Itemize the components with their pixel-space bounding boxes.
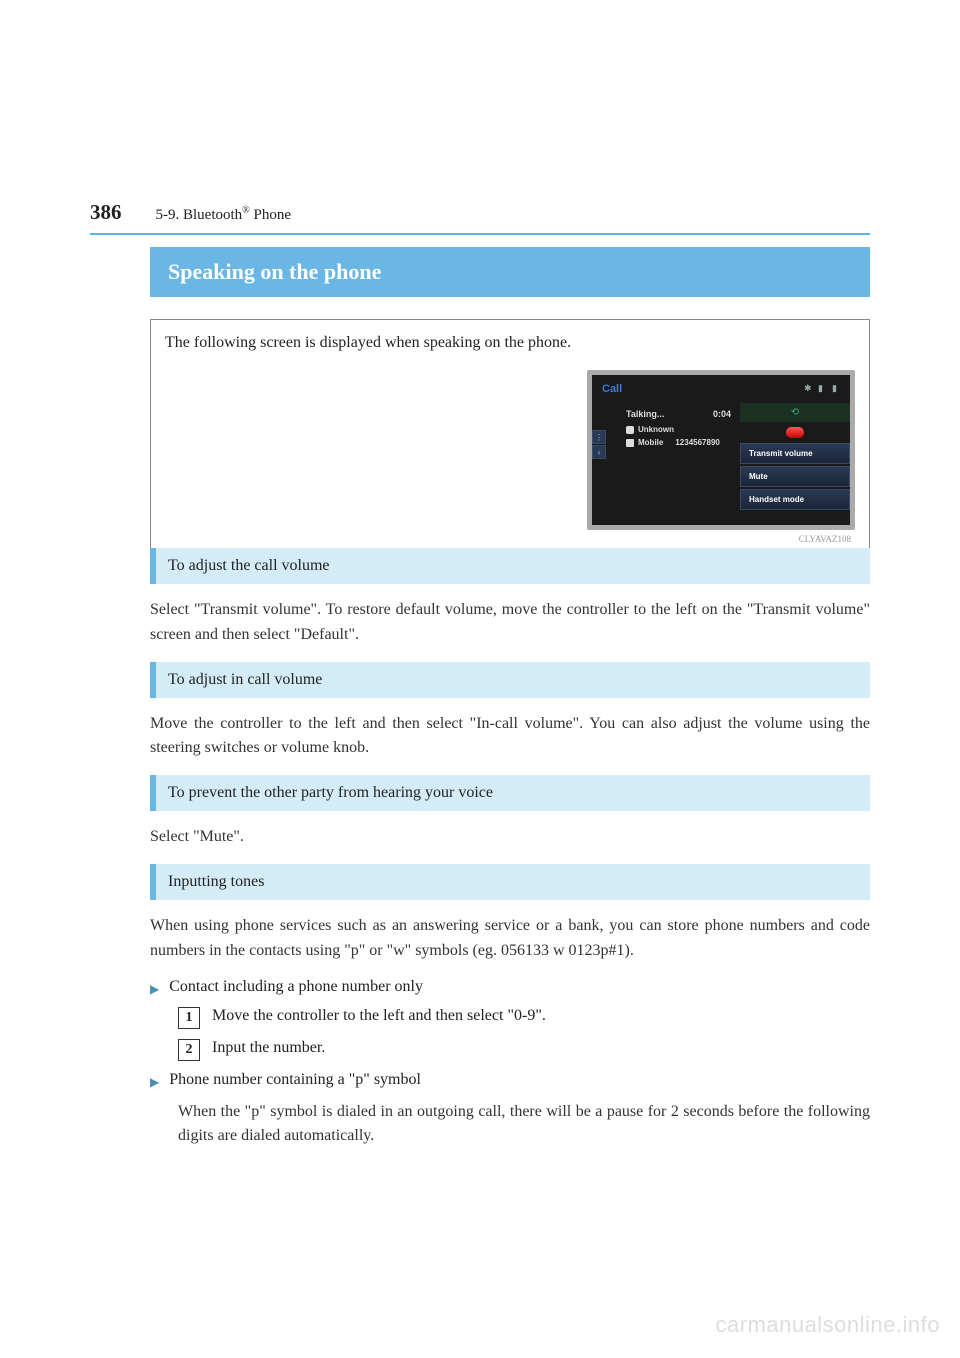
status-icons: ✱ ▮ ▮ — [804, 383, 842, 393]
phone-number: 1234567890 — [675, 438, 720, 447]
page-header: 386 5-9. Bluetooth® Phone — [90, 200, 870, 225]
phone-icon — [626, 439, 634, 447]
para-mute: Select "Mute". — [150, 825, 870, 850]
transmit-volume-button: Transmit volume — [740, 443, 850, 464]
person-icon — [626, 426, 634, 434]
para-tones: When using phone services such as an ans… — [150, 914, 870, 964]
step-2: 2 Input the number. — [178, 1039, 870, 1061]
watermark: carmanualsonline.info — [715, 1312, 940, 1338]
bluetooth-icon: ✱ — [804, 383, 814, 393]
step-number-1: 1 — [178, 1007, 200, 1029]
para-incall-volume: Move the controller to the left and then… — [150, 712, 870, 762]
apps-icon: ⋮ — [592, 430, 606, 444]
step-text-1: Move the controller to the left and then… — [212, 1007, 546, 1025]
subheading-call-volume: To adjust the call volume — [150, 548, 870, 584]
chevron-left-icon: ‹ — [592, 445, 606, 459]
end-call-button — [740, 424, 850, 441]
bullet-text: Contact including a phone number only — [169, 978, 423, 996]
intro-panel: The following screen is displayed when s… — [150, 319, 870, 548]
ss-title: Call — [602, 383, 622, 395]
answer-button: ⟲ — [740, 403, 850, 422]
call-info: Talking... 0:04 Unknown Mobile 123456789… — [626, 409, 731, 447]
bullet-marker-icon: ▶ — [150, 982, 159, 997]
side-strip: ⋮ ‹ — [592, 430, 608, 459]
talking-label: Talking... — [626, 409, 664, 419]
para-call-volume: Select "Transmit volume". To restore def… — [150, 598, 870, 648]
step-1: 1 Move the controller to the left and th… — [178, 1007, 870, 1029]
battery-icon: ▮ — [832, 383, 842, 393]
step-text-2: Input the number. — [212, 1039, 325, 1057]
caller-name: Unknown — [638, 425, 674, 434]
page-title: Speaking on the phone — [150, 247, 870, 297]
header-divider — [90, 233, 870, 235]
bullet-marker-icon: ▶ — [150, 1075, 159, 1090]
subheading-mute: To prevent the other party from hearing … — [150, 775, 870, 811]
call-time: 0:04 — [713, 409, 731, 419]
phone-type: Mobile — [638, 438, 663, 447]
subheading-tones: Inputting tones — [150, 864, 870, 900]
call-screenshot: Call ✱ ▮ ▮ ⋮ ‹ Talking... 0:04 — [587, 370, 855, 530]
figure-id: CLYAVAZ108 — [165, 534, 851, 544]
intro-text: The following screen is displayed when s… — [165, 334, 855, 352]
mute-button: Mute — [740, 466, 850, 487]
p-symbol-note: When the "p" symbol is dialed in an outg… — [178, 1100, 870, 1150]
signal-icon: ▮ — [818, 383, 828, 393]
bullet-text: Phone number containing a "p" symbol — [169, 1071, 421, 1089]
bullet-p-symbol: ▶ Phone number containing a "p" symbol — [150, 1071, 870, 1090]
subheading-incall-volume: To adjust in call volume — [150, 662, 870, 698]
page-number: 386 — [90, 200, 122, 225]
bullet-contact-only: ▶ Contact including a phone number only — [150, 978, 870, 997]
step-number-2: 2 — [178, 1039, 200, 1061]
call-buttons: ⟲ Transmit volume Mute Handset mode — [740, 403, 850, 510]
handset-mode-button: Handset mode — [740, 489, 850, 510]
section-label: 5-9. Bluetooth® Phone — [156, 205, 292, 224]
